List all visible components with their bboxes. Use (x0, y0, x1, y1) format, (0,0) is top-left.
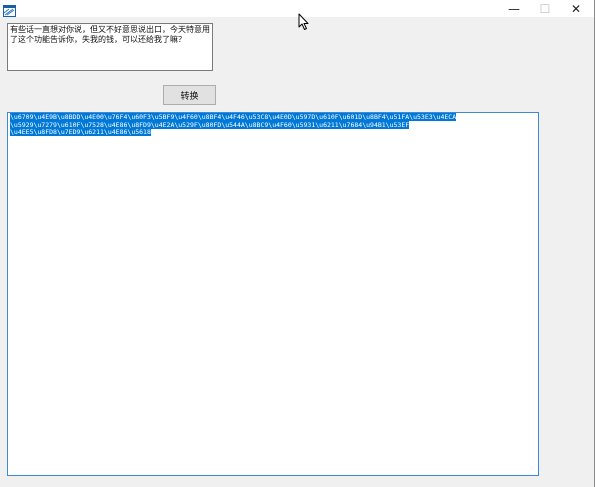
maximize-button[interactable]: ☐ (530, 0, 560, 17)
output-text-area[interactable]: \u6709\u4E9B\u8BDD\u4E00\u76F4\u60F3\u5B… (7, 112, 539, 476)
app-icon (3, 2, 16, 17)
close-icon: ✕ (570, 1, 582, 16)
convert-button-label: 转换 (180, 91, 199, 102)
output-line: \u4EE5\u8FD8\u7ED9\u6211\u4E86\u5618 (10, 128, 151, 136)
close-button[interactable]: ✕ (561, 0, 591, 17)
minimize-icon: — (508, 1, 520, 16)
bottom-edge (0, 481, 594, 487)
minimize-button[interactable]: — (499, 0, 529, 17)
app-window: — ☐ ✕ 有些话一直想对你说，但又不好意思说出口，今天特意用了这个功能告诉你，… (0, 0, 595, 487)
mouse-cursor-icon (298, 13, 309, 30)
maximize-icon: ☐ (539, 1, 551, 16)
convert-button[interactable]: 转换 (163, 85, 216, 105)
title-bar: — ☐ ✕ (0, 0, 594, 17)
source-text-input[interactable]: 有些话一直想对你说，但又不好意思说出口，今天特意用了这个功能告诉你，失我的钱，可… (7, 23, 213, 71)
